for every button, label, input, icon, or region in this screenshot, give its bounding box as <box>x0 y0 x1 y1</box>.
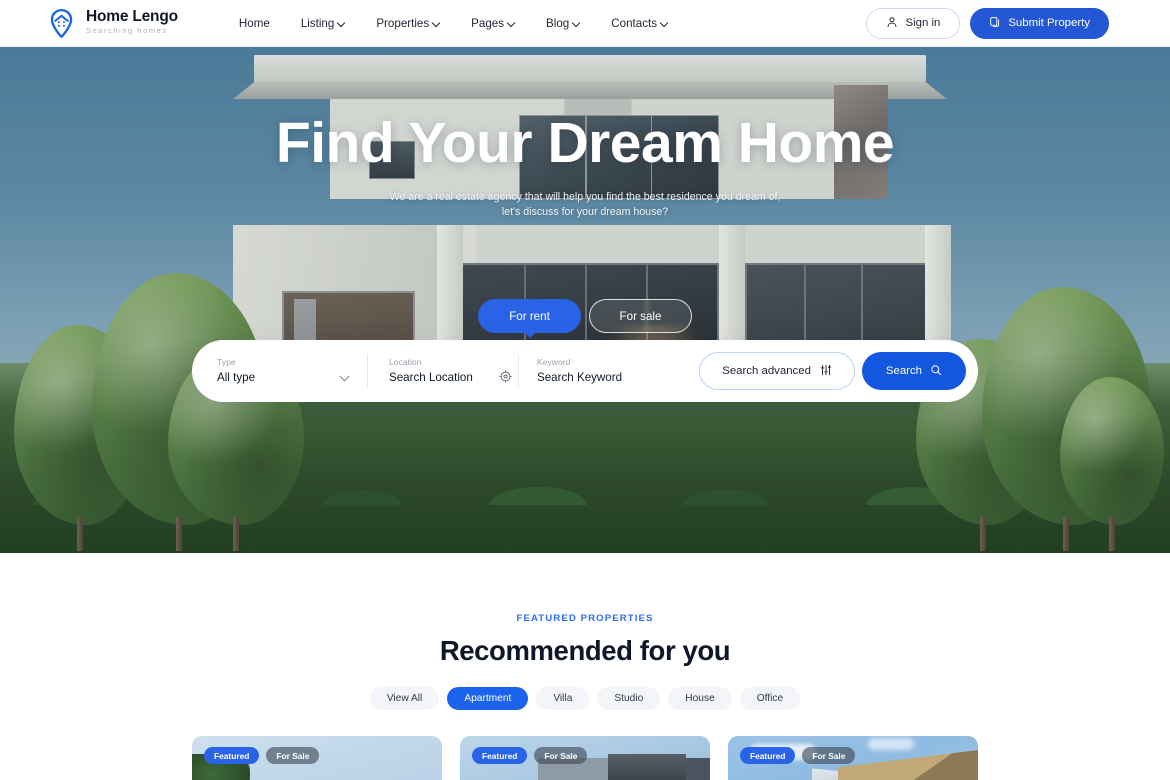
featured-badge: Featured <box>472 747 528 764</box>
nav-item-label: Contacts <box>611 16 658 30</box>
keyword-label: Keyword <box>537 356 571 367</box>
nav-item-label: Home <box>238 16 270 30</box>
type-label: Type <box>217 356 236 367</box>
section-title: Recommended for you <box>439 635 731 666</box>
card-badges: Featured For Sale <box>204 747 320 764</box>
locate-target-icon[interactable] <box>499 370 512 388</box>
property-card[interactable]: Featured For Sale <box>460 736 710 780</box>
submit-property-label: Submit Property <box>1008 17 1090 29</box>
sign-in-label: Sign in <box>905 17 941 29</box>
nav-item-contacts[interactable]: Contacts <box>611 17 668 30</box>
category-filter-tabs: View All Apartment Villa Studio House Of… <box>0 687 1170 710</box>
user-icon <box>886 16 898 31</box>
listing-type-toggle: For rent For sale <box>0 299 1170 333</box>
recommended-section: FEATURED PROPERTIES Recommended for you … <box>0 553 1170 780</box>
filter-tab-view-all[interactable]: View All <box>369 687 440 710</box>
featured-badge: Featured <box>740 747 796 764</box>
property-search-panel: Type All type Location Search Location K… <box>192 340 978 402</box>
nav-item-label: Pages <box>471 16 505 30</box>
sign-in-button[interactable]: Sign in <box>866 7 961 39</box>
card-badges: Featured For Sale <box>472 747 588 764</box>
magnifier-icon <box>930 364 942 379</box>
property-card[interactable]: Featured For Sale <box>192 736 442 780</box>
search-button[interactable]: Search <box>861 352 966 390</box>
featured-badge: Featured <box>204 747 260 764</box>
nav-item-blog[interactable]: Blog <box>546 17 580 30</box>
search-advanced-button[interactable]: Search advanced <box>699 352 855 390</box>
hero-content: Find Your Dream Home We are a real estat… <box>0 47 1170 221</box>
search-advanced-label: Search advanced <box>722 365 811 377</box>
status-badge: For Sale <box>534 747 588 764</box>
filter-tab-villa[interactable]: Villa <box>536 687 590 710</box>
filter-tab-studio[interactable]: Studio <box>597 687 661 710</box>
hero-title: Find Your Dream Home <box>275 111 895 175</box>
nav-item-label: Blog <box>546 16 570 30</box>
location-field[interactable]: Location Search Location <box>368 351 518 391</box>
nav-item-pages[interactable]: Pages <box>471 17 515 30</box>
for-rent-tab[interactable]: For rent <box>478 299 581 333</box>
sliders-icon <box>820 364 832 379</box>
hero-subtitle-line-1: We are a real estate agency that will he… <box>389 190 781 203</box>
nav-item-properties[interactable]: Properties <box>376 17 440 30</box>
chevron-down-icon <box>573 19 580 26</box>
nav-item-listing[interactable]: Listing <box>301 17 346 30</box>
keyword-field[interactable]: Keyword Search Keyword <box>519 351 669 391</box>
status-badge: For Sale <box>802 747 856 764</box>
hero-subtitle-line-2: let's discuss for your dream house? <box>501 206 669 219</box>
type-select[interactable]: Type All type <box>217 351 367 391</box>
brand-name: Home Lengo <box>86 8 178 26</box>
brand-logo[interactable]: Home Lengo Searching homes <box>46 8 178 39</box>
card-badges: Featured For Sale <box>740 747 856 764</box>
primary-nav: Home Listing Properties Pages Blog Conta… <box>239 17 668 30</box>
chevron-down-icon <box>338 19 345 26</box>
nav-item-home[interactable]: Home <box>239 17 270 30</box>
chevron-down-icon <box>341 373 349 381</box>
hero-section: Find Your Dream Home We are a real estat… <box>0 47 1170 553</box>
submit-property-button[interactable]: Submit Property <box>970 7 1109 39</box>
section-eyebrow: FEATURED PROPERTIES <box>516 613 654 624</box>
filter-tab-office[interactable]: Office <box>739 687 801 710</box>
chevron-down-icon <box>661 19 668 26</box>
for-sale-tab[interactable]: For sale <box>589 299 692 333</box>
property-card-grid: Featured For Sale Featured For Sale Feat… <box>0 736 1170 780</box>
filter-tab-apartment[interactable]: Apartment <box>447 687 529 710</box>
nav-item-label: Properties <box>376 16 430 30</box>
brand-tagline: Searching homes <box>86 26 168 36</box>
chevron-down-icon <box>508 19 515 26</box>
map-pin-house-icon <box>46 8 77 39</box>
keyword-placeholder: Search Keyword <box>537 371 623 385</box>
nav-item-label: Listing <box>300 16 335 30</box>
location-label: Location <box>389 356 422 367</box>
filter-tab-house[interactable]: House <box>668 687 732 710</box>
chevron-down-icon <box>433 19 440 26</box>
status-badge: For Sale <box>266 747 320 764</box>
copy-icon <box>989 16 1001 31</box>
property-card[interactable]: Featured For Sale <box>728 736 978 780</box>
search-label: Search <box>885 365 922 377</box>
search-panel-actions: Search advanced Search <box>699 352 966 390</box>
top-navigation-bar: Home Lengo Searching homes Home Listing … <box>0 0 1170 47</box>
tree <box>1060 377 1164 551</box>
nav-actions: Sign in Submit Property <box>866 7 1109 39</box>
